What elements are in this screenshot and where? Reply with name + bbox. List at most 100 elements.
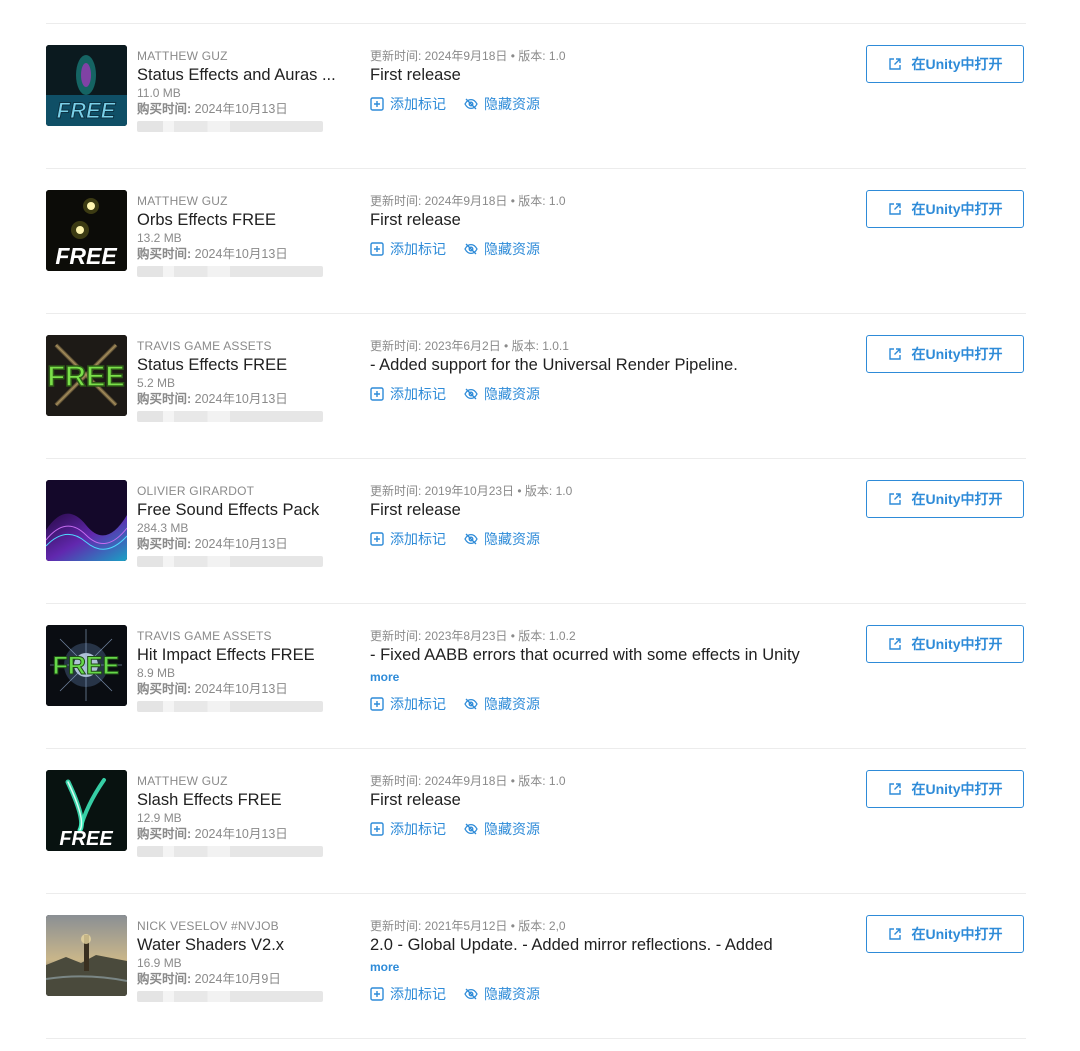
hide-asset-button[interactable]: 隐藏资源	[464, 819, 540, 839]
hide-asset-button[interactable]: 隐藏资源	[464, 529, 540, 549]
asset-title[interactable]: Status Effects FREE	[137, 354, 359, 376]
asset-release-notes: First release	[370, 791, 461, 809]
open-in-unity-button[interactable]: 在Unity中打开	[866, 335, 1024, 373]
open-in-unity-button[interactable]: 在Unity中打开	[866, 45, 1024, 83]
asset-thumbnail[interactable]: FREE	[46, 45, 127, 126]
asset-title[interactable]: Hit Impact Effects FREE	[137, 644, 359, 666]
open-in-unity-button[interactable]: 在Unity中打开	[866, 480, 1024, 518]
asset-thumbnail[interactable]: FREE	[46, 625, 127, 706]
asset-thumbnail[interactable]: FREE	[46, 770, 127, 851]
asset-title[interactable]: Water Shaders V2.x	[137, 934, 359, 956]
asset-row: FREE MATTHEW GUZ Status Effects and Aura…	[46, 24, 1026, 169]
purchase-date-value: 2024年10月13日	[194, 392, 288, 406]
external-link-icon	[888, 58, 901, 70]
asset-row: FREE MATTHEW GUZ Orbs Effects FREE 13.2 …	[46, 169, 1026, 314]
purchase-label: 购买时间:	[137, 682, 192, 696]
asset-purchase-date: 购买时间: 2024年10月13日	[137, 825, 359, 843]
open-in-unity-label: 在Unity中打开	[911, 346, 1003, 362]
asset-size: 13.2 MB	[137, 231, 182, 245]
purchase-label: 购买时间:	[137, 827, 192, 841]
asset-thumbnail[interactable]: FREE	[46, 335, 127, 416]
more-link[interactable]: more	[370, 956, 860, 978]
asset-meta: OLIVIER GIRARDOT Free Sound Effects Pack…	[137, 483, 359, 567]
asset-update-info: 更新时间: 2024年9月18日 • 版本: 1.0 First release…	[370, 773, 860, 839]
hide-asset-label: 隐藏资源	[484, 241, 540, 257]
asset-release-notes: First release	[370, 501, 461, 519]
asset-updated: 更新时间: 2024年9月18日 • 版本: 1.0	[370, 774, 566, 788]
asset-thumbnail[interactable]: FREE	[46, 190, 127, 271]
open-in-unity-label: 在Unity中打开	[911, 926, 1003, 942]
hide-asset-label: 隐藏资源	[484, 531, 540, 547]
add-tag-label: 添加标记	[390, 241, 446, 257]
asset-publisher: MATTHEW GUZ	[137, 194, 228, 208]
add-tag-button[interactable]: 添加标记	[370, 239, 446, 259]
asset-update-info: 更新时间: 2024年9月18日 • 版本: 1.0 First release…	[370, 193, 860, 259]
asset-purchase-date: 购买时间: 2024年10月13日	[137, 535, 359, 553]
open-in-unity-label: 在Unity中打开	[911, 56, 1003, 72]
more-link[interactable]: more	[370, 666, 860, 688]
hide-asset-button[interactable]: 隐藏资源	[464, 694, 540, 714]
add-tag-button[interactable]: 添加标记	[370, 529, 446, 549]
asset-actions: 添加标记 隐藏资源	[370, 529, 860, 549]
open-in-unity-label: 在Unity中打开	[911, 201, 1003, 217]
asset-publisher: NICK VESELOV #NVJOB	[137, 919, 279, 933]
thumb-free-text: FREE	[47, 361, 124, 393]
asset-list: FREE MATTHEW GUZ Status Effects and Aura…	[46, 23, 1026, 1039]
asset-release-notes: - Added support for the Universal Render…	[370, 356, 738, 374]
asset-meta: MATTHEW GUZ Slash Effects FREE 12.9 MB 购…	[137, 773, 359, 857]
open-in-unity-button[interactable]: 在Unity中打开	[866, 915, 1024, 953]
asset-meta: MATTHEW GUZ Orbs Effects FREE 13.2 MB 购买…	[137, 193, 359, 277]
asset-thumbnail[interactable]	[46, 480, 127, 561]
hide-asset-label: 隐藏资源	[484, 696, 540, 712]
asset-update-info: 更新时间: 2019年10月23日 • 版本: 1.0 First releas…	[370, 483, 860, 549]
eye-off-icon	[464, 533, 478, 545]
add-tag-label: 添加标记	[390, 386, 446, 402]
asset-release-notes: First release	[370, 211, 461, 229]
thumb-free-text: FREE	[55, 243, 117, 269]
redacted-order-info	[137, 991, 323, 1002]
open-in-unity-label: 在Unity中打开	[911, 781, 1003, 797]
add-tag-button[interactable]: 添加标记	[370, 94, 446, 114]
asset-updated: 更新时间: 2023年6月2日 • 版本: 1.0.1	[370, 339, 569, 353]
add-tag-button[interactable]: 添加标记	[370, 819, 446, 839]
add-tag-label: 添加标记	[390, 696, 446, 712]
add-tag-button[interactable]: 添加标记	[370, 384, 446, 404]
redacted-order-info	[137, 266, 323, 277]
asset-updated: 更新时间: 2023年8月23日 • 版本: 1.0.2	[370, 629, 576, 643]
asset-purchase-date: 购买时间: 2024年10月13日	[137, 680, 359, 698]
asset-title[interactable]: Orbs Effects FREE	[137, 209, 359, 231]
asset-thumbnail[interactable]	[46, 915, 127, 996]
hide-asset-button[interactable]: 隐藏资源	[464, 239, 540, 259]
asset-publisher: OLIVIER GIRARDOT	[137, 484, 255, 498]
open-in-unity-button[interactable]: 在Unity中打开	[866, 625, 1024, 663]
open-in-unity-button[interactable]: 在Unity中打开	[866, 190, 1024, 228]
asset-meta: TRAVIS GAME ASSETS Hit Impact Effects FR…	[137, 628, 359, 712]
redacted-order-info	[137, 846, 323, 857]
asset-actions: 添加标记 隐藏资源	[370, 239, 860, 259]
asset-meta: TRAVIS GAME ASSETS Status Effects FREE 5…	[137, 338, 359, 422]
eye-off-icon	[464, 243, 478, 255]
asset-title[interactable]: Status Effects and Auras ...	[137, 64, 359, 86]
redacted-order-info	[137, 556, 323, 567]
hide-asset-button[interactable]: 隐藏资源	[464, 384, 540, 404]
add-tag-button[interactable]: 添加标记	[370, 984, 446, 1004]
asset-row: FREE TRAVIS GAME ASSETS Status Effects F…	[46, 314, 1026, 459]
hide-asset-button[interactable]: 隐藏资源	[464, 984, 540, 1004]
asset-row: FREE MATTHEW GUZ Slash Effects FREE 12.9…	[46, 749, 1026, 894]
purchase-date-value: 2024年10月13日	[194, 682, 288, 696]
external-link-icon	[888, 493, 901, 505]
asset-publisher: TRAVIS GAME ASSETS	[137, 629, 272, 643]
thumb-free-text: FREE	[59, 828, 113, 850]
external-link-icon	[888, 638, 901, 650]
add-tag-button[interactable]: 添加标记	[370, 694, 446, 714]
asset-update-info: 更新时间: 2021年5月12日 • 版本: 2,0 2.0 - Global …	[370, 918, 860, 1004]
hide-asset-label: 隐藏资源	[484, 96, 540, 112]
asset-update-info: 更新时间: 2023年6月2日 • 版本: 1.0.1 - Added supp…	[370, 338, 860, 404]
asset-updated: 更新时间: 2019年10月23日 • 版本: 1.0	[370, 484, 573, 498]
open-in-unity-button[interactable]: 在Unity中打开	[866, 770, 1024, 808]
open-in-unity-label: 在Unity中打开	[911, 636, 1003, 652]
hide-asset-button[interactable]: 隐藏资源	[464, 94, 540, 114]
asset-title[interactable]: Slash Effects FREE	[137, 789, 359, 811]
add-tag-label: 添加标记	[390, 531, 446, 547]
asset-title[interactable]: Free Sound Effects Pack	[137, 499, 359, 521]
